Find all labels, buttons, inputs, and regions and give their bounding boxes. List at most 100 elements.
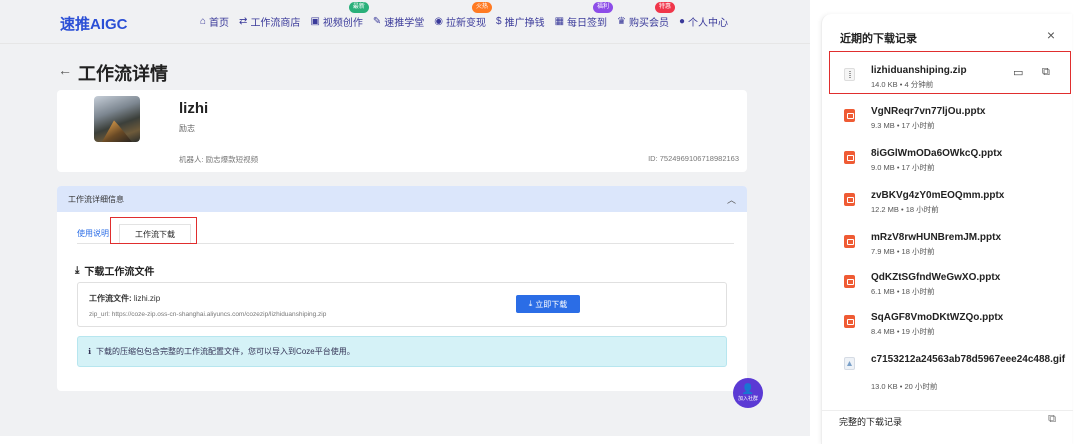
download-item[interactable]: SqAGF8VmoDKtWZQo.pptx 8.4 MB • 19 小时前 xyxy=(830,305,1070,345)
close-icon[interactable]: × xyxy=(1047,27,1055,43)
nav-item-label: 拉新变现 xyxy=(446,18,487,29)
download-item[interactable]: QdKZtSGfndWeGwXO.pptx 6.1 MB • 18 小时前 xyxy=(830,265,1070,305)
zip-file-icon xyxy=(844,68,855,81)
nav-item-label: 首页 xyxy=(209,18,230,29)
folder-icon[interactable]: ▭ xyxy=(1013,66,1023,79)
download-item-name: zvBKVg4zY0mEOQmm.pptx xyxy=(871,190,1005,201)
nav-item-label: 购买会员 xyxy=(629,18,669,29)
main-page: 速推AIGC ⌂ 首页 ⇄ 工作流商店 ▣ 视频创作 最新 ✎ 速推学堂 ◉ 拉新变现 火热 $ 推广挣钱… xyxy=(0,0,810,436)
nav-badge: 火热 xyxy=(472,2,493,13)
file-name: lizhi.zip xyxy=(133,294,161,303)
ppt-file-icon xyxy=(844,193,855,206)
download-item-meta: 9.3 MB • 17 小时前 xyxy=(871,121,935,130)
download-item-meta: 13.0 KB • 20 小时前 xyxy=(871,382,938,391)
download-heading: ⤓ 下载工作流文件 xyxy=(75,263,154,278)
nav-item[interactable]: ▣ 视频创作 最新 xyxy=(310,2,369,29)
file-info-box: 工作流文件: lizhi.zip zip_url: https://coze-z… xyxy=(77,282,727,327)
info-alert: ℹ 下载的压缩包包含完整的工作流配置文件，您可以导入到Coze平台使用。 xyxy=(77,336,727,367)
nav-item[interactable]: ▦ 每日签到 福利 xyxy=(554,2,614,29)
chevron-up-icon[interactable]: ︿ xyxy=(727,193,736,206)
workflow-detail-panel: 工作流详细信息 ︿ 使用说明 工作流下载 ⤓ 下载工作流文件 工作流文件: li… xyxy=(57,186,747,391)
zip-url: zip_url: https://coze-zip.oss-cn-shangha… xyxy=(89,311,327,318)
download-item-meta: 6.1 MB • 18 小时前 xyxy=(871,287,935,296)
download-item[interactable]: mRzV8rwHUNBremJM.pptx 7.9 MB • 18 小时前 xyxy=(830,225,1070,265)
nav-item[interactable]: ✎ 速推学堂 xyxy=(373,14,424,29)
nav-item-label: 推广挣钱 xyxy=(504,18,545,29)
nav-menu: ⌂ 首页 ⇄ 工作流商店 ▣ 视频创作 最新 ✎ 速推学堂 ◉ 拉新变现 火热 $ 推广挣钱 ▦ 每日签到 福利… xyxy=(200,2,728,29)
full-history-link[interactable]: 完整的下载记录 xyxy=(839,415,902,428)
ppt-file-icon xyxy=(844,315,855,328)
robot-label: 机器人: 励志爆款短视频 xyxy=(179,155,259,164)
ppt-file-icon xyxy=(844,151,855,164)
nav-item[interactable]: ● 个人中心 xyxy=(679,14,728,29)
fire-icon: ◉ xyxy=(434,16,444,27)
nav-item-label: 工作流商店 xyxy=(250,18,301,29)
download-item-name: c7153212a24563ab78d5967eee24c488.gif xyxy=(871,354,1066,365)
nav-item[interactable]: ◉ 拉新变现 火热 xyxy=(434,2,493,29)
download-item-name: mRzV8rwHUNBremJM.pptx xyxy=(871,232,1002,243)
download-item[interactable]: zvBKVg4zY0mEOQmm.pptx 12.2 MB • 18 小时前 xyxy=(830,183,1070,223)
nav-item[interactable]: ⌂ 首页 xyxy=(200,14,229,29)
back-arrow-icon[interactable]: ← xyxy=(58,62,72,78)
nav-item-label: 每日签到 xyxy=(567,18,608,29)
nav-item-label: 速推学堂 xyxy=(384,18,425,29)
ppt-file-icon xyxy=(844,109,855,122)
download-item[interactable]: 8iGGlWmODa6OWkcQ.pptx 9.0 MB • 17 小时前 xyxy=(830,141,1070,181)
open-external-icon[interactable]: ⧉ xyxy=(1042,66,1050,79)
join-community-label: 加入社群 xyxy=(737,395,758,402)
download-heading-text: 下载工作流文件 xyxy=(84,267,155,278)
nav-badge: 福利 xyxy=(593,2,614,13)
calendar-icon: ▦ xyxy=(554,16,565,27)
nav-item[interactable]: $ 推广挣钱 xyxy=(496,14,545,29)
download-now-button[interactable]: ⤓ 立即下载 xyxy=(516,295,580,313)
file-name-row: 工作流文件: lizhi.zip xyxy=(89,293,160,304)
swap-icon: ⇄ xyxy=(239,16,248,27)
tab-workflow-download[interactable]: 工作流下载 xyxy=(119,224,191,244)
nav-item-label: 视频创作 xyxy=(322,18,363,29)
download-item[interactable]: VgNReqr7vn77ljOu.pptx 9.3 MB • 17 小时前 xyxy=(830,99,1070,139)
nav-item-label: 个人中心 xyxy=(688,18,729,29)
ppt-file-icon xyxy=(844,235,855,248)
download-item-name: SqAGF8VmoDKtWZQo.pptx xyxy=(871,312,1004,323)
info-text: 下载的压缩包包含完整的工作流配置文件，您可以导入到Coze平台使用。 xyxy=(96,347,355,356)
downloads-title: 近期的下载记录 xyxy=(840,33,917,45)
download-now-label: 立即下载 xyxy=(535,299,568,309)
brand-logo[interactable]: 速推AIGC xyxy=(60,13,128,34)
workflow-avatar xyxy=(94,96,140,142)
user-icon: ● xyxy=(679,16,686,27)
nav-item[interactable]: ♛ 购买会员 特惠 xyxy=(617,2,675,29)
top-navigation: 速推AIGC ⌂ 首页 ⇄ 工作流商店 ▣ 视频创作 最新 ✎ 速推学堂 ◉ 拉新变现 火热 $ 推广挣钱… xyxy=(0,0,810,44)
add-user-icon: 👤 xyxy=(741,383,755,395)
file-label: 工作流文件: xyxy=(89,294,132,303)
download-item-name: VgNReqr7vn77ljOu.pptx xyxy=(871,106,986,117)
download-item-meta: 7.9 MB • 18 小时前 xyxy=(871,247,935,256)
join-community-button[interactable]: 👤 加入社群 xyxy=(733,378,763,408)
video-icon: ▣ xyxy=(310,16,320,27)
tab-usage[interactable]: 使用说明 xyxy=(77,228,109,239)
download-item[interactable]: lizhiduanshiping.zip 14.0 KB • 4 分钟前 ▭ ⧉ xyxy=(830,58,1070,98)
download-icon: ⤓ xyxy=(528,299,533,308)
page-title: 工作流详情 xyxy=(78,64,168,84)
workflow-tag: 励志 xyxy=(179,124,195,133)
download-icon: ⤓ xyxy=(75,265,80,276)
detail-panel-header[interactable]: 工作流详细信息 ︿ xyxy=(57,186,747,212)
workflow-id: ID: 7524969106718982163 xyxy=(648,154,739,163)
downloads-panel: 近期的下载记录 × lizhiduanshiping.zip 14.0 KB • … xyxy=(821,14,1073,444)
download-item-meta: 12.2 MB • 18 小时前 xyxy=(871,205,939,214)
graduation-icon: ✎ xyxy=(372,16,382,27)
download-item-meta: 14.0 KB • 4 分钟前 xyxy=(871,80,934,89)
workflow-profile-card: lizhi 励志 机器人: 励志爆款短视频 ID: 75249691067189… xyxy=(57,90,747,172)
home-icon: ⌂ xyxy=(200,16,207,27)
download-item[interactable]: c7153212a24563ab78d5967eee24c488.gif 13.0… xyxy=(830,347,1070,391)
dollar-icon: $ xyxy=(496,16,502,27)
download-item-name: QdKZtSGfndWeGwXO.pptx xyxy=(871,272,1001,283)
nav-item[interactable]: ⇄ 工作流商店 xyxy=(239,14,300,29)
workflow-name: lizhi xyxy=(179,100,209,117)
open-external-icon[interactable]: ⧉ xyxy=(1048,413,1056,426)
detail-tabs: 使用说明 工作流下载 xyxy=(77,224,734,244)
nav-badge: 最新 xyxy=(348,2,369,13)
ppt-file-icon xyxy=(844,275,855,288)
downloads-footer[interactable]: 完整的下载记录 ⧉ xyxy=(822,410,1073,444)
crown-icon: ♛ xyxy=(617,16,626,27)
info-icon: ℹ xyxy=(88,347,92,356)
